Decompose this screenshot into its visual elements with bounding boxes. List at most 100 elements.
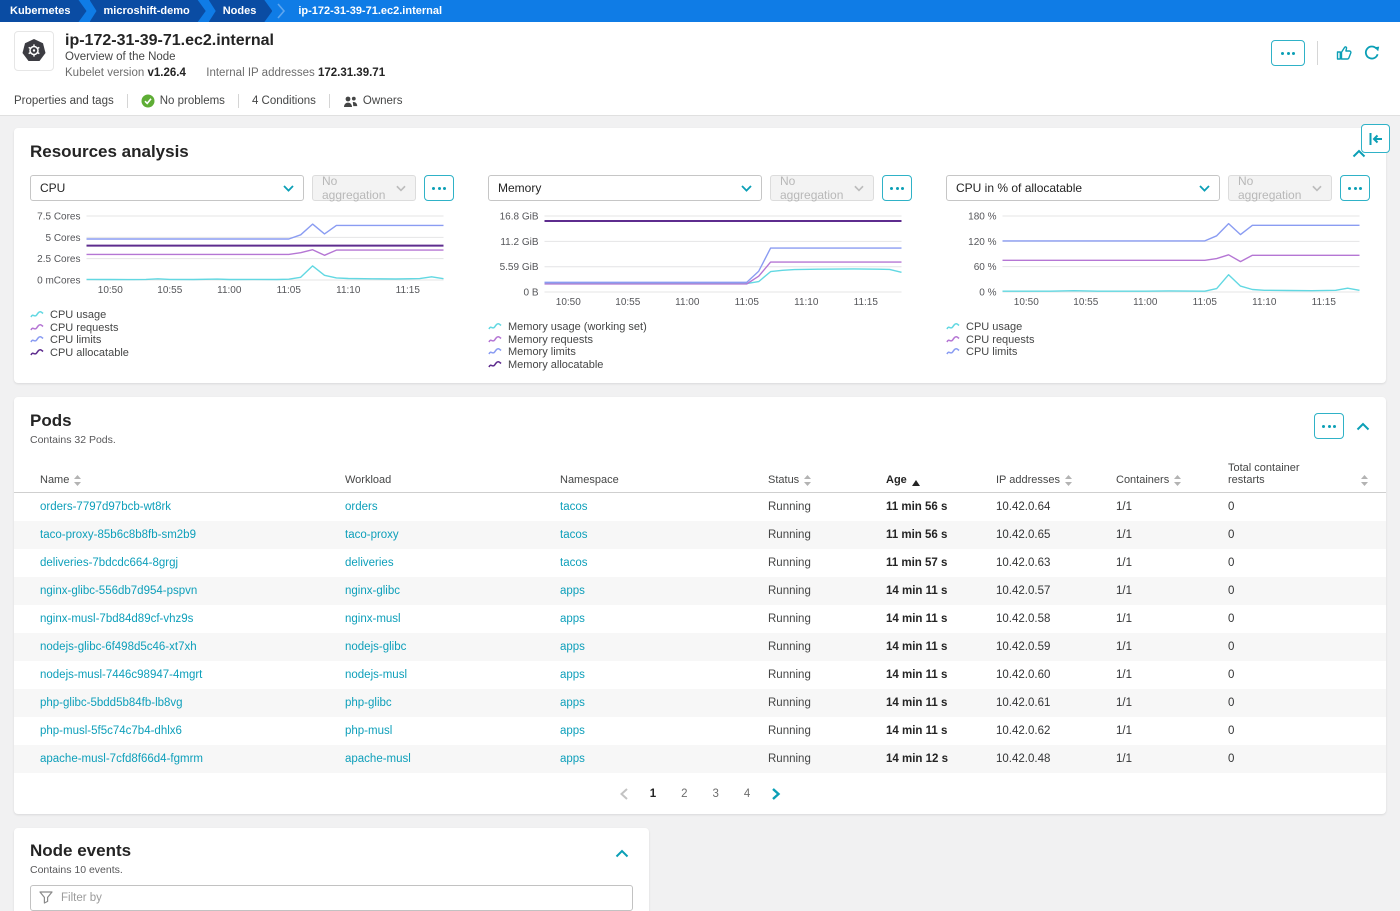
page-button-1[interactable]: 1 — [644, 786, 662, 802]
legend-item[interactable]: Memory limits — [488, 346, 912, 359]
breadcrumb-cluster[interactable]: microshift-demo — [90, 0, 206, 22]
pod-age: 11 min 56 s — [886, 501, 948, 514]
aggregation-select: No aggregation — [1228, 174, 1332, 202]
previous-page-icon[interactable] — [617, 786, 631, 802]
events-filter-input[interactable] — [30, 885, 633, 911]
pod-namespace-link[interactable]: apps — [560, 725, 585, 737]
header-more-button[interactable] — [1271, 40, 1305, 66]
legend-item[interactable]: CPU usage — [946, 321, 1370, 334]
pod-workload-link[interactable]: orders — [345, 501, 378, 513]
legend-line-icon — [946, 335, 960, 343]
tab-label: 4 Conditions — [251, 95, 316, 107]
page-button-2[interactable]: 2 — [675, 786, 693, 802]
pod-workload-link[interactable]: nginx-glibc — [345, 585, 400, 597]
pod-workload-link[interactable]: nodejs-musl — [345, 669, 407, 681]
tab-owners[interactable]: Owners — [330, 87, 416, 115]
pods-more-button[interactable] — [1314, 413, 1344, 440]
column-header-age[interactable]: Age — [876, 474, 986, 487]
pod-table-row: php-musl-5f5c74c7b4-dhlx6 php-musl apps Run… — [14, 717, 1386, 745]
svg-text:11:05: 11:05 — [277, 285, 302, 296]
pod-name: php-glibc-5bdd5b84fb-lb8vg — [30, 697, 335, 709]
chart-more-button[interactable] — [1340, 175, 1370, 201]
legend-item[interactable]: CPU allocatable — [30, 347, 454, 360]
pod-workload-link[interactable]: apache-musl — [345, 753, 411, 765]
chart-more-button[interactable] — [424, 175, 454, 201]
legend-label: CPU usage — [50, 309, 107, 322]
metric-select-value: Memory — [498, 181, 542, 195]
page-button-4[interactable]: 4 — [738, 786, 756, 802]
pod-ip-address: 10.42.0.61 — [996, 697, 1051, 710]
page-button-3[interactable]: 3 — [707, 786, 725, 802]
pod-workload-link[interactable]: taco-proxy — [345, 529, 399, 541]
pod-name-link[interactable]: taco-proxy-85b6c8b8fb-sm2b9 — [40, 529, 196, 541]
legend-item[interactable]: Memory allocatable — [488, 359, 912, 372]
pod-name-link[interactable]: php-musl-5f5c74c7b4-dhlx6 — [40, 725, 182, 737]
pod-ip-address: 10.42.0.63 — [996, 557, 1051, 570]
pod-name-link[interactable]: php-glibc-5bdd5b84fb-lb8vg — [40, 697, 183, 709]
pod-workload-link[interactable]: nginx-musl — [345, 613, 401, 625]
pod-ip-address: 10.42.0.59 — [996, 641, 1051, 654]
pod-name-link[interactable]: nodejs-glibc-6f498d5c46-xt7xh — [40, 641, 197, 653]
internal-ip-label: Internal IP addresses — [206, 67, 315, 79]
pod-namespace-link[interactable]: apps — [560, 585, 585, 597]
pod-restarts: 0 — [1228, 557, 1235, 570]
pod-name-link[interactable]: nginx-musl-7bd84d89cf-vhz9s — [40, 613, 193, 625]
legend-item[interactable]: CPU limits — [946, 346, 1370, 359]
pod-workload-link[interactable]: nodejs-glibc — [345, 641, 406, 653]
breadcrumb-kubernetes[interactable]: Kubernetes — [0, 0, 87, 22]
tab-properties-and-tags[interactable]: Properties and tags — [14, 87, 127, 115]
metric-select-cpu-percent[interactable]: CPU in % of allocatable — [946, 175, 1220, 201]
pod-namespace-link[interactable]: apps — [560, 697, 585, 709]
tab-conditions[interactable]: 4 Conditions — [239, 87, 329, 115]
thumbs-up-icon[interactable] — [1330, 44, 1358, 62]
pod-age: 11 min 56 s — [886, 529, 948, 542]
collapse-panel-button[interactable] — [1361, 124, 1390, 153]
column-header-namespace[interactable]: Namespace — [550, 474, 758, 486]
legend-item[interactable]: CPU requests — [946, 334, 1370, 347]
metric-select-memory[interactable]: Memory — [488, 175, 762, 201]
page-header: ip-172-31-39-71.ec2.internal Overview of… — [0, 22, 1400, 87]
legend-item[interactable]: CPU usage — [30, 309, 454, 322]
pod-name-link[interactable]: nodejs-musl-7446c98947-4mgrt — [40, 669, 202, 681]
column-header-ip-addresses[interactable]: IP addresses — [986, 474, 1106, 487]
pod-namespace-link[interactable]: tacos — [560, 501, 588, 513]
pod-restarts: 0 — [1228, 641, 1235, 654]
column-header-status[interactable]: Status — [758, 474, 876, 487]
tab-no-problems[interactable]: No problems — [128, 87, 238, 115]
collapse-section-icon[interactable] — [1356, 422, 1370, 431]
pod-namespace-link[interactable]: apps — [560, 669, 585, 681]
metric-select-cpu[interactable]: CPU — [30, 175, 304, 201]
pod-namespace-link[interactable]: tacos — [560, 529, 588, 541]
pod-restarts: 0 — [1228, 613, 1235, 626]
column-header-total-container-restarts[interactable]: Total container restarts — [1218, 462, 1370, 487]
pod-namespace-link[interactable]: apps — [560, 641, 585, 653]
next-page-icon[interactable] — [769, 786, 783, 802]
breadcrumb-nodes[interactable]: Nodes — [209, 0, 273, 22]
collapse-section-icon[interactable] — [615, 845, 629, 863]
pod-name-link[interactable]: nginx-glibc-556db7d954-pspvn — [40, 585, 197, 597]
legend-item[interactable]: CPU requests — [30, 322, 454, 335]
legend-line-icon — [30, 311, 44, 318]
page-subtitle: Overview of the Node — [65, 51, 176, 63]
column-header-workload[interactable]: Workload — [335, 474, 550, 486]
pod-name-link[interactable]: apache-musl-7cfd8f66d4-fgmrm — [40, 753, 203, 765]
refresh-icon[interactable] — [1358, 44, 1386, 62]
pod-workload-link[interactable]: deliveries — [345, 557, 394, 569]
tab-label: Properties and tags — [14, 95, 114, 107]
pod-namespace-link[interactable]: apps — [560, 613, 585, 625]
column-header-containers[interactable]: Containers — [1106, 474, 1218, 487]
legend-item[interactable]: Memory requests — [488, 334, 912, 347]
pod-workload: nodejs-musl — [335, 669, 550, 681]
legend-label: CPU usage — [966, 321, 1023, 334]
pod-namespace-link[interactable]: apps — [560, 753, 585, 765]
legend-item[interactable]: CPU limits — [30, 334, 454, 347]
pod-containers: 1/1 — [1116, 753, 1132, 766]
pod-namespace-link[interactable]: tacos — [560, 557, 588, 569]
column-header-name[interactable]: Name — [30, 474, 335, 487]
pod-name-link[interactable]: deliveries-7bdcdc664-8grgj — [40, 557, 178, 569]
pod-workload-link[interactable]: php-musl — [345, 725, 392, 737]
pod-name-link[interactable]: orders-7797d97bcb-wt8rk — [40, 501, 171, 513]
chart-more-button[interactable] — [882, 175, 912, 201]
pod-workload-link[interactable]: php-glibc — [345, 697, 392, 709]
legend-item[interactable]: Memory usage (working set) — [488, 321, 912, 334]
